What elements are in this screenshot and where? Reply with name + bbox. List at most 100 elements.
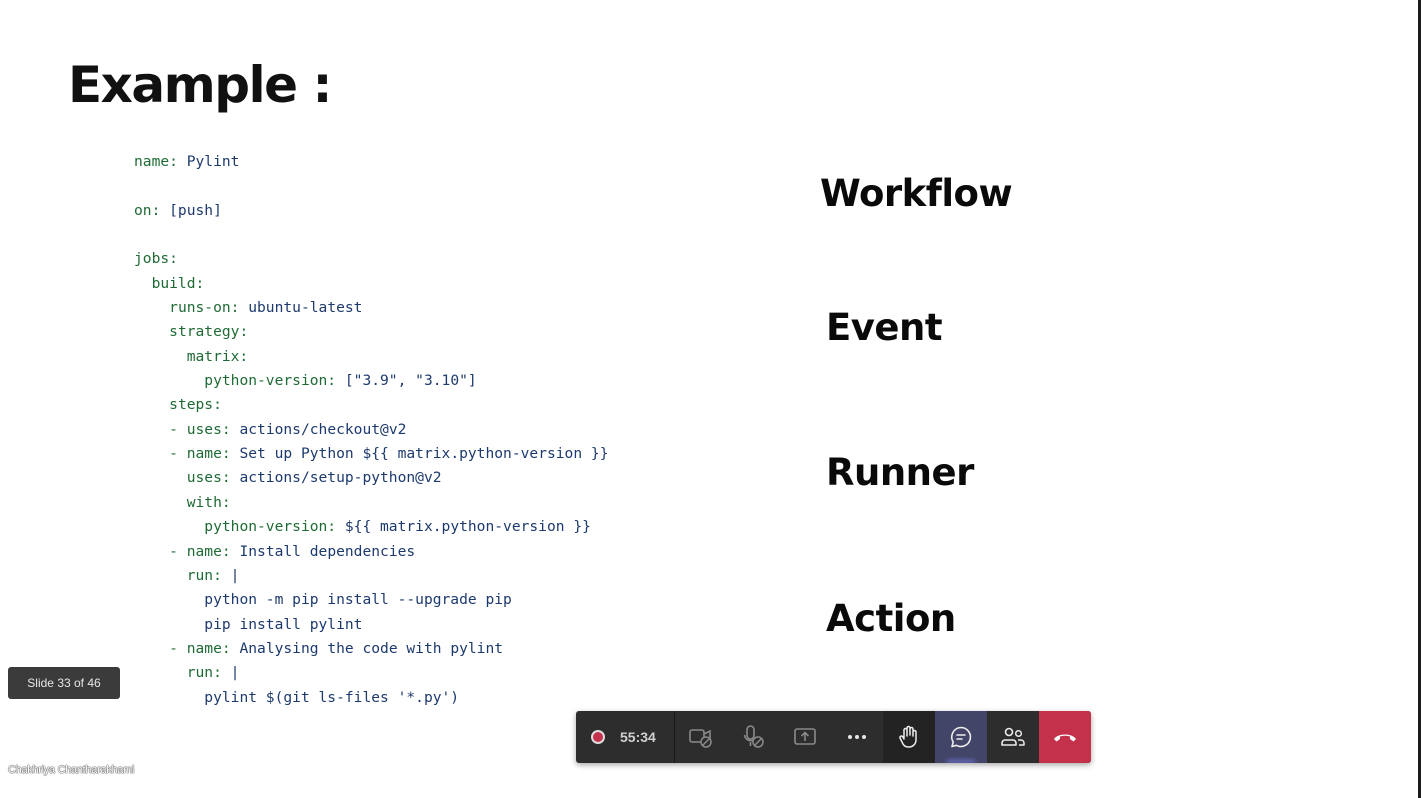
code-key: run: — [186, 664, 222, 682]
code-key: uses: — [186, 469, 231, 487]
code-line: - name: Set up Python ${{ matrix.python-… — [134, 442, 608, 466]
yaml-code-block: name: Pylint on: [push] jobs: build: runs-… — [134, 150, 608, 710]
code-line: name: Pylint — [134, 150, 608, 174]
code-key: - name: — [169, 639, 231, 657]
code-key: strategy: — [169, 323, 249, 341]
code-key: python-version: — [204, 518, 337, 536]
share-screen-button[interactable] — [779, 711, 831, 763]
meeting-control-bar: 55:34 — [576, 711, 1091, 763]
code-value: ${{ matrix.python-version }} — [336, 518, 591, 536]
code-key: - name: — [169, 542, 231, 560]
code-value: pylint $(git ls-files '*.py') — [204, 688, 460, 706]
code-value: Install dependencies — [230, 542, 416, 560]
code-value: Pylint — [177, 153, 240, 170]
code-line: run: | — [134, 661, 608, 685]
code-line: pip install pylint — [134, 613, 608, 637]
code-line: strategy: — [134, 320, 608, 344]
code-line: python -m pip install --upgrade pip — [134, 588, 608, 612]
code-value: Set up Python ${{ matrix.python-version … — [230, 445, 609, 463]
more-options-button[interactable] — [831, 711, 883, 763]
code-line: - name: Install dependencies — [134, 540, 608, 564]
code-key: python-version: — [204, 372, 337, 390]
code-key: runs-on: — [169, 299, 240, 317]
recording-timer: 55:34 — [620, 729, 656, 745]
code-value: actions/setup-python@v2 — [230, 469, 442, 487]
code-line: - uses: actions/checkout@v2 — [134, 418, 608, 442]
code-line: run: | — [134, 564, 608, 588]
code-value: Analysing the code with pylint — [230, 639, 504, 657]
code-value: | — [221, 664, 240, 682]
raise-hand-button[interactable] — [883, 711, 935, 763]
code-line: - name: Analysing the code with pylint — [134, 637, 608, 661]
label-workflow: Workflow — [820, 172, 1013, 215]
mic-button[interactable] — [727, 711, 779, 763]
hang-up-button[interactable] — [1039, 711, 1091, 763]
code-key: matrix: — [186, 347, 249, 365]
code-line: jobs: — [134, 247, 608, 271]
participants-icon — [1001, 727, 1025, 746]
recording-indicator: 55:34 — [576, 711, 675, 763]
code-key: with: — [186, 493, 231, 511]
code-value: [push] — [160, 201, 222, 219]
code-key: run: — [186, 566, 222, 584]
code-line: python-version: ["3.9", "3.10"] — [134, 369, 608, 393]
chat-icon — [950, 726, 972, 748]
code-key: steps: — [169, 396, 222, 414]
code-key: name: — [134, 153, 178, 170]
hang-up-icon — [1054, 734, 1076, 742]
code-line: matrix: — [134, 345, 608, 369]
code-value: ["3.9", "3.10"] — [336, 372, 477, 390]
slide-title: Example : — [68, 56, 333, 114]
chat-button[interactable] — [935, 711, 987, 763]
label-event: Event — [826, 306, 943, 349]
code-value: pip install pylint — [204, 615, 363, 633]
code-line: build: — [134, 272, 608, 296]
code-key: jobs: — [134, 250, 178, 268]
raise-hand-icon — [899, 725, 917, 748]
camera-button[interactable] — [675, 711, 727, 763]
code-line: python-version: ${{ matrix.python-versio… — [134, 515, 608, 539]
code-value: | — [221, 566, 240, 584]
code-key: build: — [151, 274, 205, 292]
presenter-name: Chakhriya Chantharakhami — [8, 764, 135, 776]
code-line: on: [push] — [134, 199, 608, 223]
participants-button[interactable] — [987, 711, 1039, 763]
mic-off-icon — [743, 725, 764, 748]
camera-off-icon — [689, 729, 712, 748]
code-value: ubuntu-latest — [239, 299, 363, 317]
record-dot-icon — [591, 730, 605, 744]
code-value: actions/checkout@v2 — [230, 420, 407, 438]
code-key: - name: — [169, 445, 231, 463]
label-action: Action — [826, 597, 956, 640]
code-line: steps: — [134, 393, 608, 417]
code-line: pylint $(git ls-files '*.py') — [134, 686, 608, 710]
code-line: runs-on: ubuntu-latest — [134, 296, 608, 320]
code-line: uses: actions/setup-python@v2 — [134, 466, 608, 490]
label-runner: Runner — [826, 451, 974, 494]
slide-counter-badge: Slide 33 of 46 — [8, 667, 120, 699]
code-key: - uses: — [169, 420, 231, 438]
more-options-icon — [848, 735, 866, 739]
code-value: python -m pip install --upgrade pip — [204, 591, 512, 609]
code-line: with: — [134, 491, 608, 515]
code-key: on: — [134, 201, 161, 219]
